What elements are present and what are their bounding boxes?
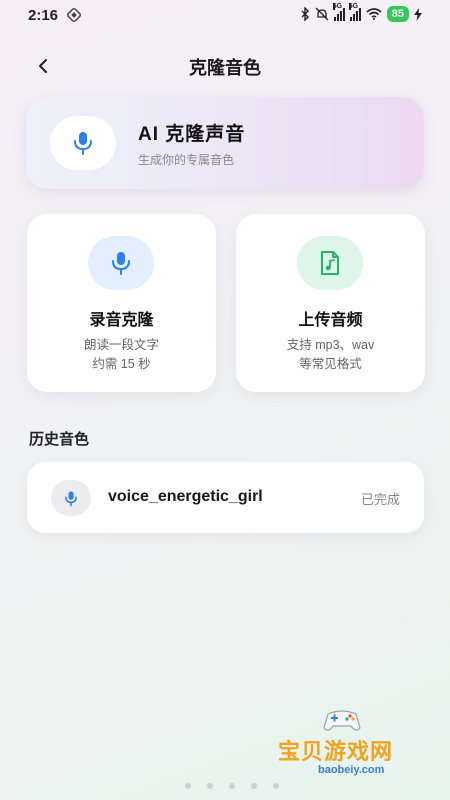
voice-name: voice_energetic_girl: [108, 488, 263, 505]
record-clone-desc-line1: 朗读一段文字: [83, 338, 159, 352]
status-bar: 2:16 5G 5G 85: [0, 0, 450, 30]
history-mic-badge: [51, 480, 91, 516]
page-dot: [207, 783, 213, 789]
status-icons: 5G 5G 85: [300, 3, 422, 22]
history-section-title: 历史音色: [29, 431, 90, 448]
watermark: 宝贝游戏网 baobeiy.com: [272, 706, 422, 786]
watermark-text: 宝贝游戏网: [278, 739, 394, 764]
signal-strength-1-icon: 5G: [332, 3, 345, 21]
music-file-icon: [321, 251, 339, 275]
ai-card-subtitle: 生成你的专属音色: [138, 153, 235, 167]
voice-status: 已完成: [360, 492, 400, 507]
microphone-icon: [65, 491, 77, 506]
battery-indicator: 85: [386, 6, 409, 22]
upload-audio-desc-line1: 支持 mp3、wav: [286, 338, 375, 352]
bluetooth-icon: [301, 7, 309, 21]
page-indicator: [185, 783, 279, 789]
app-notification-icon: [67, 8, 81, 22]
microphone-icon: [112, 252, 130, 275]
record-clone-card[interactable]: 录音克隆 朗读一段文字 约需 15 秒: [27, 214, 216, 392]
status-time: 2:16: [28, 7, 59, 24]
record-clone-title: 录音克隆: [89, 312, 154, 329]
mute-icon: [315, 7, 329, 21]
page-dot: [229, 783, 235, 789]
page-title: 克隆音色: [189, 58, 261, 78]
upload-audio-card[interactable]: 上传音频 支持 mp3、wav 等常见格式: [236, 214, 425, 392]
upload-audio-description: 支持 mp3、wav 等常见格式: [236, 336, 425, 374]
record-clone-desc-line2: 约需 15 秒: [92, 357, 151, 371]
charging-icon: [414, 7, 422, 21]
signal-strength-2-icon: 5G: [348, 3, 361, 21]
signal-label: 5G: [348, 3, 359, 10]
ai-clone-card[interactable]: AI 克隆声音 生成你的专属音色: [26, 97, 424, 189]
upload-audio-desc-line2: 等常见格式: [299, 357, 362, 371]
ai-card-title: AI 克隆声音: [138, 124, 246, 145]
wifi-icon: [366, 8, 382, 20]
page-dot: [251, 783, 257, 789]
record-mic-badge: [88, 236, 154, 290]
upload-file-badge: [297, 236, 363, 290]
page-dot: [273, 783, 279, 789]
list-item[interactable]: voice_energetic_girl 已完成: [27, 462, 424, 533]
signal-label: 5G: [332, 3, 343, 10]
upload-audio-title: 上传音频: [298, 312, 363, 329]
page-dot: [185, 783, 191, 789]
ai-mic-badge: [50, 116, 116, 170]
page-header: 克隆音色: [0, 45, 450, 85]
watermark-url: baobeiy.com: [318, 764, 385, 776]
record-clone-description: 朗读一段文字 约需 15 秒: [27, 336, 216, 374]
gamepad-logo-icon: [323, 710, 361, 731]
microphone-icon: [74, 132, 92, 155]
